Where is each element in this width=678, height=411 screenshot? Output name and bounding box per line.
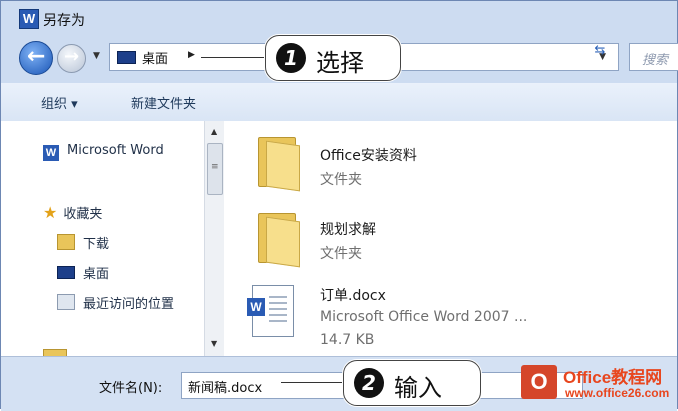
search-placeholder: 搜索 [642,53,669,68]
title-bar: W 另存为 [1,1,677,31]
scroll-thumb[interactable]: ≡ [207,143,223,195]
new-folder-button[interactable]: 新建文件夹 [131,93,196,112]
step-number-badge: 2 [354,368,384,398]
nav-item-desktop[interactable]: 桌面 [57,263,109,282]
organize-button[interactable]: 组织 ▾ [41,93,78,112]
address-location: 桌面 [142,52,169,67]
callout-text: 输入 [394,374,442,402]
file-type: 文件夹 [320,246,362,262]
history-dropdown-icon[interactable]: ▼ [93,51,100,61]
office-logo-icon: O [521,365,557,399]
search-input[interactable]: 搜索 [629,43,678,71]
scroll-up-icon[interactable]: ▲ [211,127,217,136]
save-as-dialog: W 另存为 ← → ▼ 桌面 ▶ ▼ ⇆ 搜索 组织 ▾ 新建文件夹 W Micr… [0,0,678,411]
nav-item-microsoft-word[interactable]: W Microsoft Word [43,143,164,161]
back-arrow-icon: ← [27,44,46,69]
command-toolbar: 组织 ▾ 新建文件夹 [1,83,677,122]
star-icon: ★ [43,203,58,222]
callout-text: 选择 [316,49,364,77]
forward-button[interactable]: → [57,44,86,73]
nav-item-label: Microsoft Word [67,143,164,158]
file-name: 规划求解 [320,222,376,238]
back-button[interactable]: ← [19,41,53,75]
word-icon: W [43,145,59,161]
window-title: 另存为 [43,13,85,29]
forward-arrow-icon: → [64,46,80,67]
callout-step-2: 2 输入 [343,360,481,406]
refresh-button[interactable]: ⇆ [588,40,612,62]
callout-step-1: 1 选择 [265,35,401,81]
nav-item-favorites[interactable]: ★ 收藏夹 [43,203,102,222]
watermark: O Office教程网 www.office26.com [521,359,678,407]
filename-label: 文件名(N): [99,381,163,396]
file-type: 文件夹 [320,172,362,188]
step-number-badge: 1 [276,43,306,73]
recent-places-icon [57,294,75,310]
file-type: Microsoft Office Word 2007 ... [320,309,528,325]
file-list: Office安装资料 文件夹 规划求解 文件夹 W 订单.docx Micros… [224,121,677,356]
callout-leader-line [201,57,265,58]
file-name: Office安装资料 [320,148,417,164]
desktop-icon [117,51,136,64]
breadcrumb-arrow-icon[interactable]: ▶ [188,50,195,60]
word-app-icon: W [19,9,39,29]
filename-value: 新闻稿.docx [188,381,263,396]
grip-icon: ≡ [211,162,219,172]
folder-icon [254,209,300,268]
nav-item-label: 下载 [83,237,110,252]
download-folder-icon [57,234,75,250]
desktop-icon [57,266,75,279]
word-document-icon: W [247,285,294,337]
callout-leader-line [281,382,347,383]
folder-icon [254,133,300,192]
nav-item-recent-places[interactable]: 最近访问的位置 [57,293,174,312]
scroll-down-icon[interactable]: ▼ [211,339,217,348]
nav-item-downloads[interactable]: 下载 [57,233,109,252]
watermark-url: www.office26.com [565,386,670,400]
navigation-pane: W Microsoft Word ★ 收藏夹 下载 桌面 最近访问的位置 [1,121,224,359]
watermark-title: Office教程网 [563,368,663,387]
nav-scrollbar[interactable]: ▲ ≡ ▼ [204,121,224,356]
nav-item-label: 桌面 [83,267,110,282]
nav-item-label: 最近访问的位置 [83,297,175,312]
file-size: 14.7 KB [320,332,375,348]
nav-item-label: 收藏夹 [63,207,103,222]
file-name: 订单.docx [320,288,386,304]
